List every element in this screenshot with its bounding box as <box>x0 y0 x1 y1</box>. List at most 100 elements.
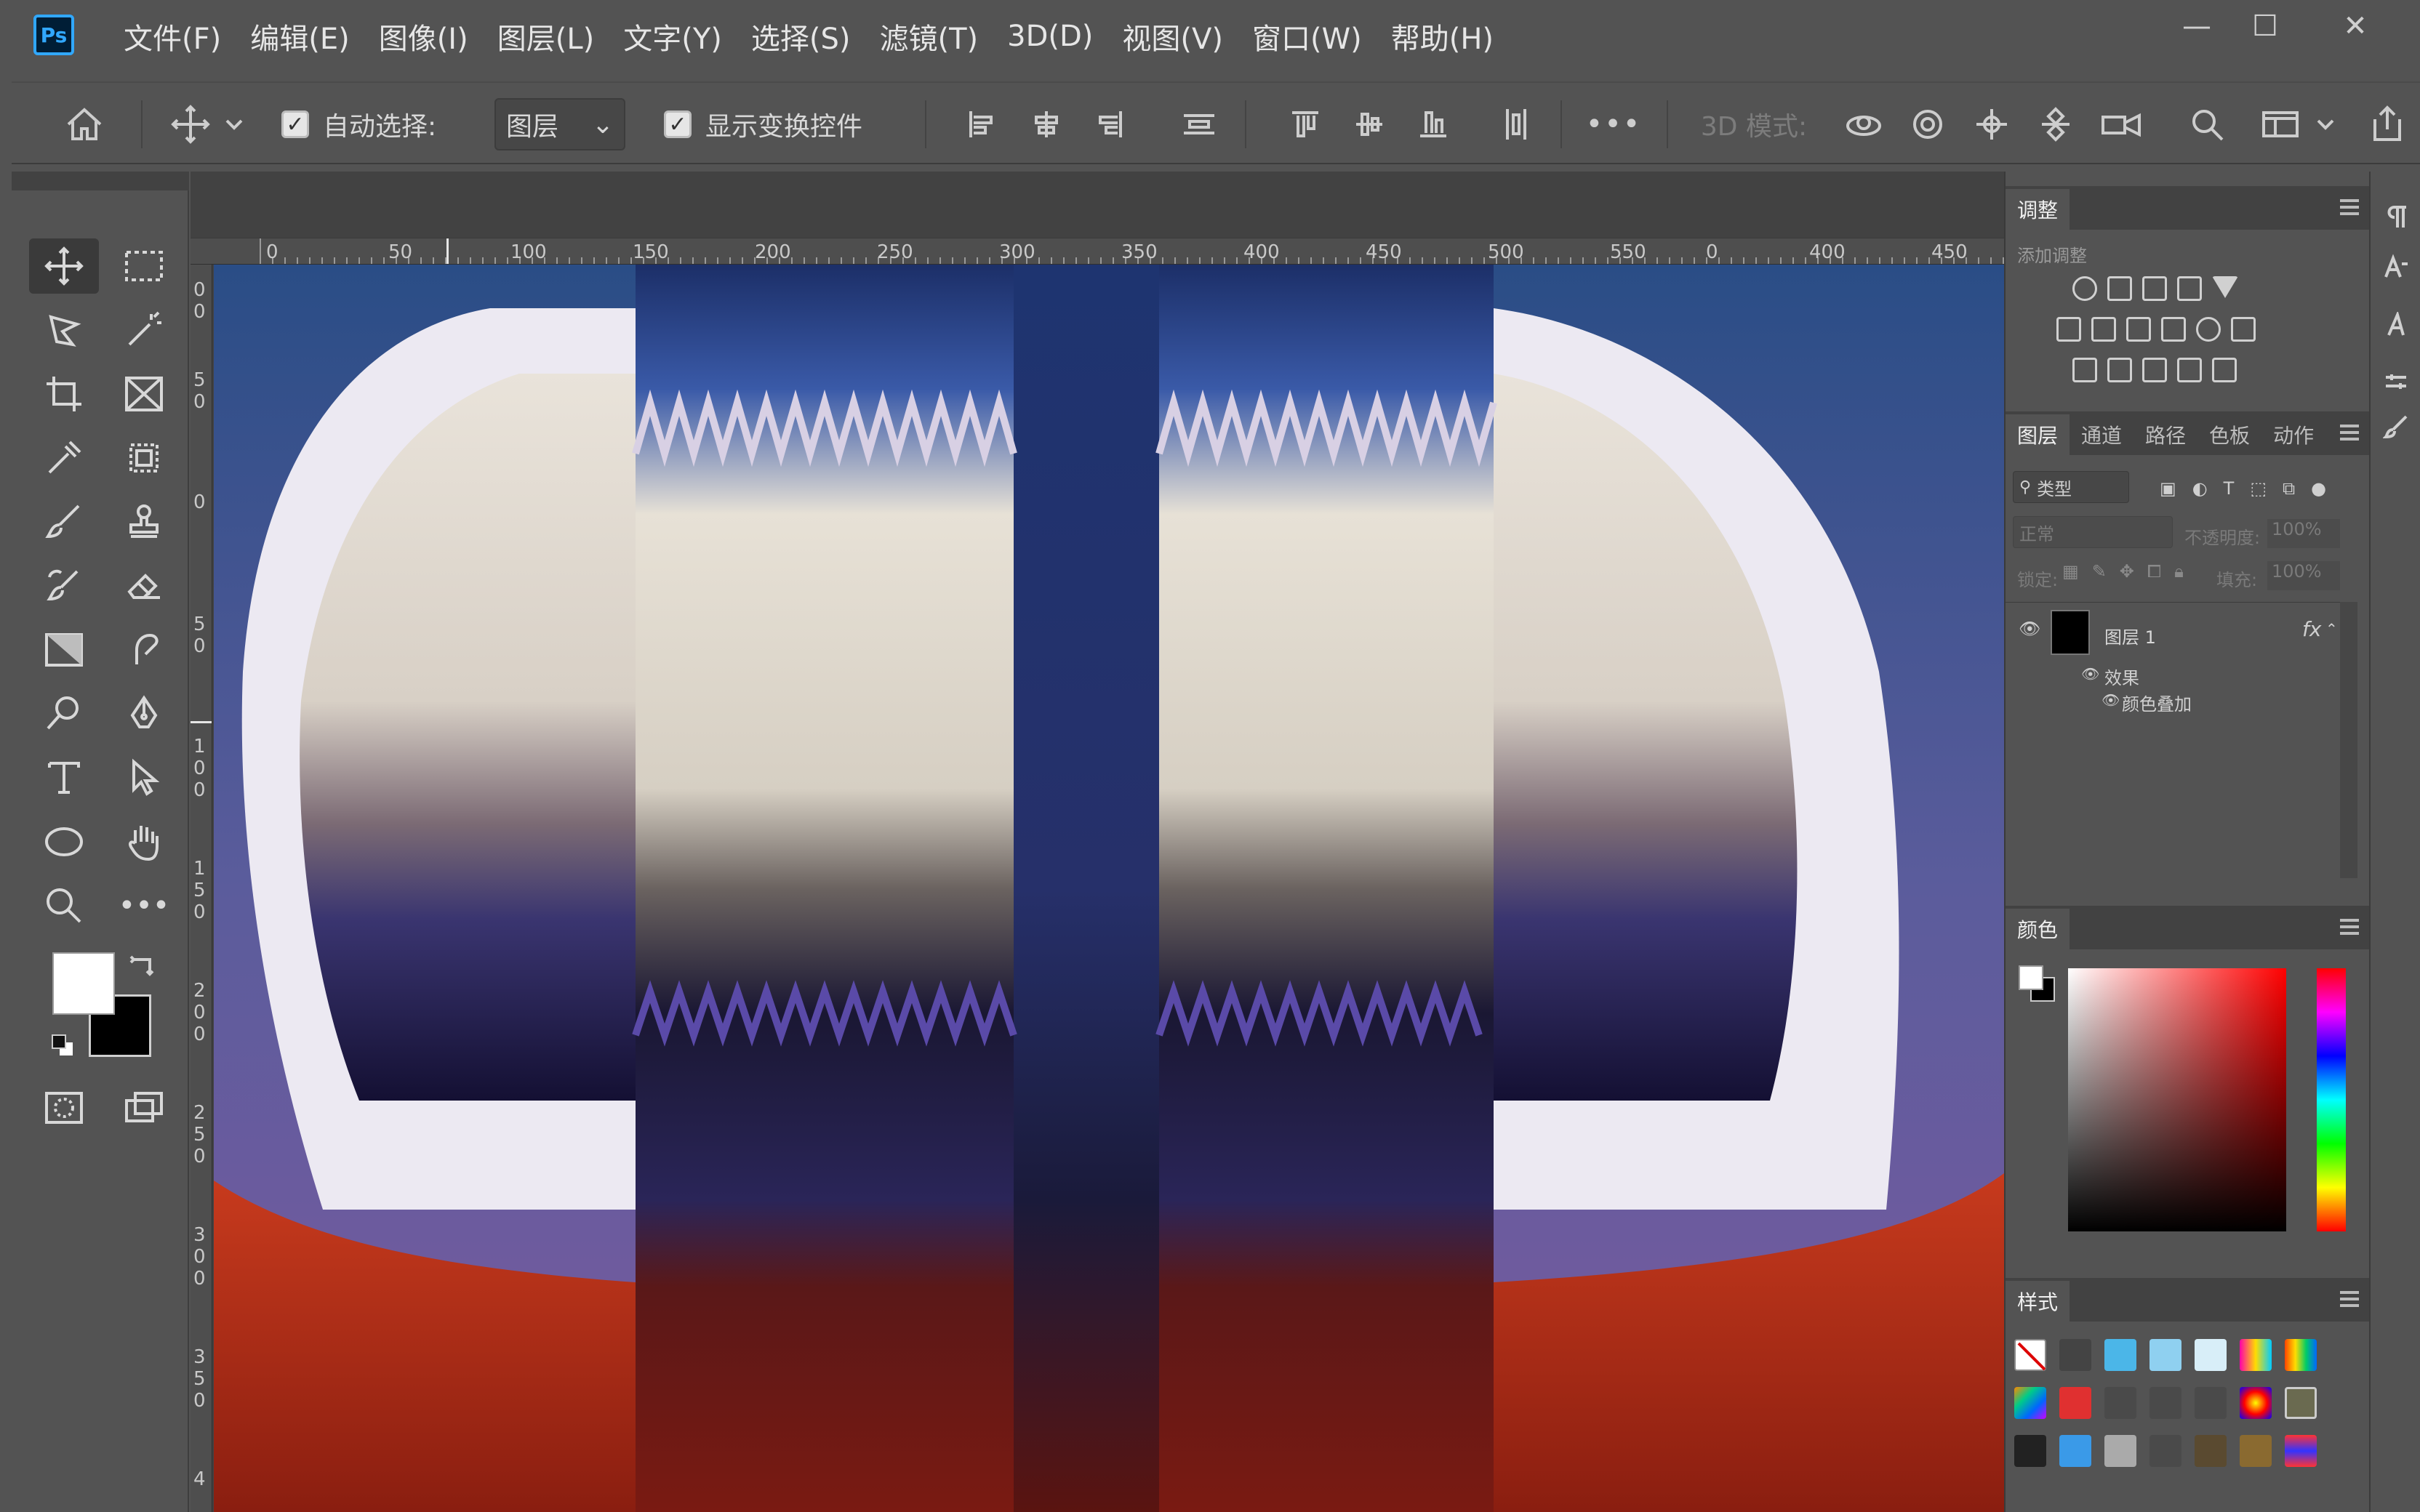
style-swatch[interactable] <box>2104 1339 2136 1371</box>
style-swatch[interactable] <box>2285 1387 2317 1419</box>
lock-transparent-icon[interactable]: ▦ <box>2062 561 2079 582</box>
layer-name[interactable]: 图层 1 <box>2104 623 2156 648</box>
menu-select[interactable]: 选择(S) <box>737 15 865 57</box>
shape-filter-icon[interactable]: ⬚ <box>2250 478 2267 499</box>
hand-tool-icon[interactable] <box>109 814 179 869</box>
paragraph-icon[interactable] <box>2381 202 2411 233</box>
tab-paths[interactable]: 路径 <box>2133 414 2197 455</box>
panel-menu-icon[interactable] <box>2340 1291 2359 1307</box>
chevron-down-icon[interactable] <box>2311 83 2340 166</box>
menu-3d[interactable]: 3D(D) <box>993 20 1107 53</box>
style-swatch[interactable] <box>2104 1387 2136 1419</box>
3d-orbit-icon[interactable] <box>1838 83 1889 166</box>
more-tools-button[interactable]: ••• <box>109 878 179 933</box>
style-swatch[interactable] <box>2149 1435 2181 1467</box>
crop-tool-icon[interactable] <box>29 366 99 422</box>
brush-settings-icon[interactable] <box>2381 411 2411 442</box>
tab-actions[interactable]: 动作 <box>2261 414 2325 455</box>
share-icon[interactable] <box>2362 83 2413 166</box>
pen-tool-icon[interactable] <box>109 686 179 741</box>
quick-mask-icon[interactable] <box>29 1080 99 1135</box>
screen-mode-icon[interactable] <box>109 1080 179 1135</box>
close-button[interactable]: ✕ <box>2315 4 2395 48</box>
color-saturation-field[interactable] <box>2068 968 2286 1231</box>
glyphs-icon[interactable] <box>2381 310 2411 340</box>
panel-menu-icon[interactable] <box>2340 919 2359 935</box>
layers-scrollbar[interactable] <box>2340 602 2357 878</box>
style-swatch[interactable] <box>2240 1435 2272 1467</box>
3d-roll-icon[interactable] <box>1902 83 1953 166</box>
style-swatch-none[interactable] <box>2014 1339 2046 1371</box>
lock-all-icon[interactable]: 🔒︎ <box>2174 561 2184 582</box>
home-icon[interactable] <box>48 83 121 166</box>
style-swatch[interactable] <box>2240 1387 2272 1419</box>
menu-window[interactable]: 窗口(W) <box>1238 15 1377 57</box>
horizontal-ruler[interactable]: 0 50 100 150 200 250 300 350 400 450 500… <box>191 238 2004 265</box>
patch-tool-icon[interactable] <box>109 430 179 486</box>
tab-swatches[interactable]: 色板 <box>2197 414 2261 455</box>
dodge-tool-icon[interactable] <box>29 686 99 741</box>
distribute-vertical-icon[interactable] <box>1174 83 1225 166</box>
opacity-field[interactable]: 100% <box>2267 519 2340 548</box>
exposure-icon[interactable] <box>2177 276 2202 301</box>
hue-saturation-icon[interactable] <box>2056 317 2081 342</box>
search-icon[interactable] <box>2181 83 2232 166</box>
vibrance-icon[interactable] <box>2212 276 2238 298</box>
more-options-button[interactable]: ••• <box>1574 83 1654 166</box>
pixel-filter-icon[interactable]: ▣ <box>2160 478 2176 499</box>
fill-field[interactable]: 100% <box>2267 561 2340 590</box>
tab-color[interactable]: 颜色 <box>2006 909 2070 949</box>
threshold-icon[interactable] <box>2142 358 2167 382</box>
ellipse-tool-icon[interactable] <box>29 814 99 869</box>
frame-tool-icon[interactable] <box>109 366 179 422</box>
photo-filter-icon[interactable] <box>2161 317 2186 342</box>
levels-icon[interactable] <box>2107 276 2132 301</box>
align-middle-icon[interactable] <box>1344 83 1395 166</box>
curves-icon[interactable] <box>2142 276 2167 301</box>
tab-adjustments[interactable]: 调整 <box>2006 189 2070 230</box>
color-balance-icon[interactable] <box>2091 317 2116 342</box>
3d-drag-icon[interactable] <box>1966 83 2017 166</box>
chevron-up-icon[interactable]: ⌃ <box>2325 620 2338 638</box>
blend-mode-dropdown[interactable]: 正常 <box>2013 516 2173 548</box>
menu-layer[interactable]: 图层(L) <box>483 15 609 57</box>
toolbox-header[interactable] <box>12 172 189 190</box>
black-white-icon[interactable] <box>2126 317 2151 342</box>
path-selection-tool-icon[interactable] <box>109 750 179 805</box>
visibility-eye-icon[interactable]: 👁︎ <box>2019 619 2040 639</box>
stamp-tool-icon[interactable] <box>109 494 179 550</box>
selective-color-icon[interactable] <box>2177 358 2202 382</box>
align-left-icon[interactable] <box>957 83 1008 166</box>
character-icon[interactable] <box>2381 252 2411 282</box>
hue-slider[interactable] <box>2317 968 2346 1231</box>
style-swatch[interactable] <box>2014 1387 2046 1419</box>
auto-select-checkbox[interactable]: ✓ <box>273 83 317 166</box>
3d-slide-icon[interactable] <box>2030 83 2081 166</box>
gradient-tool-icon[interactable] <box>29 622 99 677</box>
smart-object-filter-icon[interactable]: ⧉ <box>2283 478 2295 499</box>
menu-type[interactable]: 文字(Y) <box>609 15 737 57</box>
style-swatch[interactable] <box>2014 1435 2046 1467</box>
lock-pixels-icon[interactable]: ✎ <box>2092 561 2107 582</box>
style-swatch[interactable] <box>2195 1339 2227 1371</box>
smudge-tool-icon[interactable] <box>109 622 179 677</box>
style-swatch[interactable] <box>2195 1435 2227 1467</box>
move-tool-icon[interactable] <box>29 238 99 294</box>
menu-help[interactable]: 帮助(H) <box>1377 15 1508 57</box>
color-overlay-effect[interactable]: 颜色叠加 <box>2122 690 2192 715</box>
style-swatch[interactable] <box>2195 1387 2227 1419</box>
distribute-horizontal-icon[interactable] <box>1491 83 1542 166</box>
align-right-icon[interactable] <box>1083 83 1134 166</box>
show-transform-checkbox[interactable]: ✓ <box>656 83 700 166</box>
brush-tool-icon[interactable] <box>29 494 99 550</box>
lasso-tool-icon[interactable] <box>29 302 99 358</box>
align-center-h-icon[interactable] <box>1021 83 1072 166</box>
type-filter-icon[interactable]: T <box>2224 478 2235 499</box>
move-tool-preset-icon[interactable] <box>154 83 227 166</box>
brightness-icon[interactable] <box>2072 276 2097 301</box>
style-swatch[interactable] <box>2149 1339 2181 1371</box>
lock-artboard-icon[interactable]: ⧠ <box>2147 561 2161 582</box>
auto-select-dropdown[interactable]: 图层 ⌄ <box>487 83 633 166</box>
menu-image[interactable]: 图像(I) <box>364 15 483 57</box>
eyedropper-tool-icon[interactable] <box>29 430 99 486</box>
